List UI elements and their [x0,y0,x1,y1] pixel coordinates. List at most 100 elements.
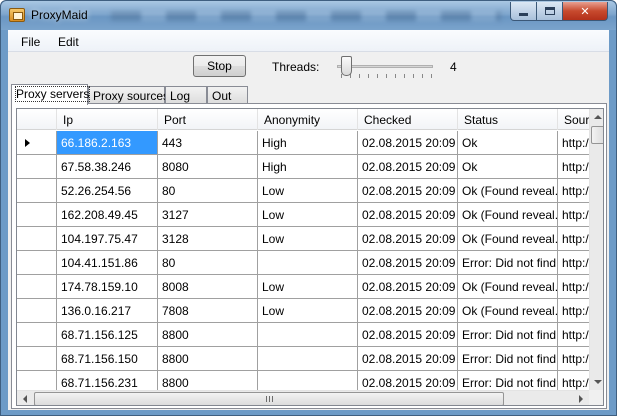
row-header[interactable] [17,155,57,179]
cell-checked[interactable]: 02.08.2015 20:09 [358,251,458,275]
row-header[interactable] [17,275,57,299]
cell-status[interactable]: Ok [458,131,558,155]
cell-status[interactable]: Error: Did not find... [458,251,558,275]
tab-proxy-servers[interactable]: Proxy servers [11,84,91,105]
cell-checked[interactable]: 02.08.2015 20:09 [358,203,458,227]
row-header[interactable] [17,227,57,251]
table-row[interactable]: 104.41.151.86 80 02.08.2015 20:09 Error: Di… [17,251,598,275]
cell-status[interactable]: Ok (Found reveal... [458,275,558,299]
row-header[interactable] [17,347,57,371]
cell-status[interactable]: Ok (Found reveal... [458,179,558,203]
cell-port[interactable]: 8008 [158,275,258,299]
horizontal-scrollbar[interactable] [17,390,589,405]
cell-checked[interactable]: 02.08.2015 20:09 [358,347,458,371]
scroll-up-button[interactable] [590,109,603,125]
vertical-scroll-thumb[interactable] [591,126,603,144]
cell-checked[interactable]: 02.08.2015 20:09 [358,227,458,251]
scroll-left-button[interactable] [17,391,33,405]
table-row[interactable]: 162.208.49.45 3127 Low 02.08.2015 20:09 Ok (… [17,203,598,227]
row-header[interactable] [17,179,57,203]
cell-checked[interactable]: 02.08.2015 20:09 [358,323,458,347]
cell-anonymity[interactable]: Low [258,275,358,299]
cell-anonymity[interactable]: Low [258,299,358,323]
column-header-port[interactable]: Port [158,109,258,130]
window-title: ProxyMaid [31,8,88,22]
cell-checked[interactable]: 02.08.2015 20:09 [358,275,458,299]
cell-ip[interactable]: 68.71.156.150 [57,347,158,371]
cell-anonymity[interactable]: Low [258,227,358,251]
column-header-status[interactable]: Status [458,109,558,130]
horizontal-scroll-thumb[interactable] [34,392,504,405]
proxy-grid[interactable]: Ip Port Anonymity Checked Status Sour 66… [16,108,604,406]
cell-anonymity[interactable] [258,323,358,347]
cell-status[interactable]: Error: Did not find... [458,347,558,371]
close-button[interactable]: ✕ [562,2,608,21]
vertical-scrollbar[interactable] [589,109,603,390]
table-row[interactable]: 67.58.38.246 8080 High 02.08.2015 20:09 Ok ht… [17,155,598,179]
cell-status[interactable]: Ok (Found reveal... [458,299,558,323]
cell-port[interactable]: 80 [158,179,258,203]
cell-ip[interactable]: 104.41.151.86 [57,251,158,275]
cell-ip[interactable]: 68.71.156.125 [57,323,158,347]
cell-port[interactable]: 8800 [158,347,258,371]
cell-port[interactable]: 80 [158,251,258,275]
tab-out[interactable]: Out [207,86,248,104]
cell-anonymity[interactable] [258,347,358,371]
table-row[interactable]: 66.186.2.163 443 High 02.08.2015 20:09 Ok htt… [17,131,598,155]
cell-anonymity[interactable]: High [258,131,358,155]
table-row[interactable]: 68.71.156.125 8800 02.08.2015 20:09 Error: … [17,323,598,347]
tab-proxy-sources[interactable]: Proxy sources [88,86,169,104]
cell-status[interactable]: Ok [458,155,558,179]
cell-port[interactable]: 8800 [158,323,258,347]
cell-port[interactable]: 443 [158,131,258,155]
cell-ip[interactable]: 67.58.38.246 [57,155,158,179]
cell-checked[interactable]: 02.08.2015 20:09 [358,299,458,323]
cell-status[interactable]: Ok (Found reveal... [458,227,558,251]
scroll-down-button[interactable] [590,374,603,390]
cell-ip[interactable]: 52.26.254.56 [57,179,158,203]
cell-anonymity[interactable] [258,251,358,275]
table-row[interactable]: 174.78.159.10 8008 Low 02.08.2015 20:09 Ok (… [17,275,598,299]
row-header[interactable] [17,323,57,347]
proxy-servers-panel: Ip Port Anonymity Checked Status Sour 66… [11,103,607,409]
cell-checked[interactable]: 02.08.2015 20:09 [358,155,458,179]
row-header[interactable] [17,131,57,155]
cell-checked[interactable]: 02.08.2015 20:09 [358,179,458,203]
cell-anonymity[interactable]: High [258,155,358,179]
cell-port[interactable]: 3128 [158,227,258,251]
threads-slider-ticks [341,74,433,78]
minimize-button[interactable] [510,2,537,21]
menu-edit[interactable]: Edit [58,35,79,49]
cell-port[interactable]: 3127 [158,203,258,227]
cell-port[interactable]: 7808 [158,299,258,323]
maximize-button[interactable] [536,2,563,21]
table-row[interactable]: 52.26.254.56 80 Low 02.08.2015 20:09 Ok (Fou… [17,179,598,203]
cell-ip[interactable]: 136.0.16.217 [57,299,158,323]
cell-ip[interactable]: 104.197.75.47 [57,227,158,251]
row-header[interactable] [17,251,57,275]
scroll-right-button[interactable] [573,391,589,405]
cell-ip[interactable]: 174.78.159.10 [57,275,158,299]
table-row[interactable]: 104.197.75.47 3128 Low 02.08.2015 20:09 Ok (… [17,227,598,251]
column-header-anonymity[interactable]: Anonymity [258,109,358,130]
table-row[interactable]: 136.0.16.217 7808 Low 02.08.2015 20:09 Ok (F… [17,299,598,323]
column-header-ip[interactable]: Ip [57,109,158,130]
cell-checked[interactable]: 02.08.2015 20:09 [358,131,458,155]
cell-ip[interactable]: 66.186.2.163 [57,131,158,155]
cell-anonymity[interactable]: Low [258,179,358,203]
cell-anonymity[interactable]: Low [258,203,358,227]
stop-button[interactable]: Stop [193,55,246,77]
cell-status[interactable]: Error: Did not find... [458,323,558,347]
row-header[interactable] [17,203,57,227]
cell-ip[interactable]: 162.208.49.45 [57,203,158,227]
title-bar[interactable]: ProxyMaid ✕ [1,1,616,30]
table-row[interactable]: 68.71.156.150 8800 02.08.2015 20:09 Error: … [17,347,598,371]
tab-log[interactable]: Log [165,86,207,104]
threads-slider-thumb[interactable] [341,56,352,76]
row-header[interactable] [17,299,57,323]
column-header-checked[interactable]: Checked [358,109,458,130]
menu-file[interactable]: File [21,35,40,49]
cell-port[interactable]: 8080 [158,155,258,179]
cell-status[interactable]: Ok (Found reveal... [458,203,558,227]
menu-bar: File Edit [8,30,609,52]
